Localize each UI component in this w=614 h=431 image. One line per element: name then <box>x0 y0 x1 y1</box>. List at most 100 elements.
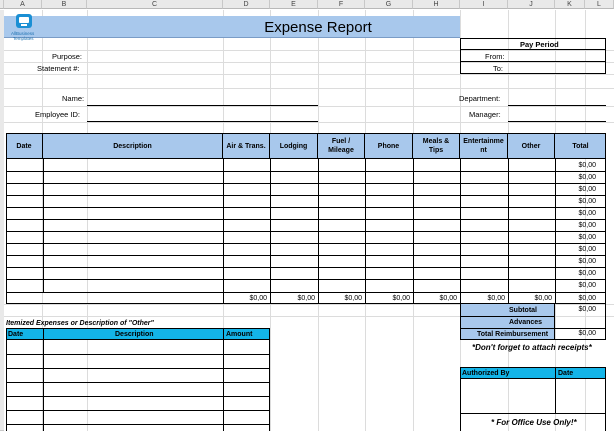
header-phone: Phone <box>365 133 413 159</box>
column-header-e[interactable]: E <box>270 0 318 9</box>
column-header-f[interactable]: F <box>318 0 365 9</box>
row-total: $0,00 <box>578 186 596 193</box>
itemized-header-date: Date <box>8 331 24 338</box>
itemized-row[interactable] <box>6 396 270 397</box>
column-header-j[interactable]: J <box>508 0 555 9</box>
row-total: $0,00 <box>578 222 596 229</box>
logo-line2: Templates <box>13 36 34 41</box>
column-header-g[interactable]: G <box>365 0 413 9</box>
subtotal-label: Subtotal <box>509 307 537 314</box>
column-header-b[interactable]: B <box>42 0 87 9</box>
column-total-air: $0,00 <box>249 295 267 302</box>
advances-label: Advances <box>509 319 543 326</box>
row-total: $0,00 <box>578 258 596 265</box>
name-input[interactable] <box>87 88 318 106</box>
purpose-label: Purpose: <box>52 52 83 61</box>
itemized-row[interactable] <box>6 424 270 425</box>
table-row <box>6 171 606 172</box>
row-total: $0,00 <box>578 234 596 241</box>
pay-period-label: Pay Period <box>520 40 559 49</box>
row-total: $0,00 <box>578 270 596 277</box>
department-input[interactable] <box>508 88 606 106</box>
statement-input[interactable] <box>87 62 318 74</box>
total-reimbursement-value: $0,00 <box>578 330 596 337</box>
office-use-note: * For Office Use Only!* <box>491 418 577 427</box>
column-total-phone: $0,00 <box>392 295 410 302</box>
row-total: $0,00 <box>578 246 596 253</box>
row-total: $0,00 <box>578 198 596 205</box>
purpose-input[interactable] <box>87 50 318 62</box>
header-date: Date <box>6 133 43 159</box>
column-total-lodging: $0,00 <box>297 295 315 302</box>
column-header-c[interactable]: C <box>87 0 223 9</box>
subtotal-value: $0,00 <box>578 306 596 313</box>
manager-label: Manager: <box>469 110 501 119</box>
table-row <box>6 207 606 208</box>
header-description: Description <box>43 133 223 159</box>
row-total: $0,00 <box>578 282 596 289</box>
itemized-divider <box>43 328 44 431</box>
authorization-divider-h <box>460 413 606 414</box>
authorized-by-input[interactable] <box>461 380 555 413</box>
itemized-row[interactable] <box>6 410 270 411</box>
itemized-row[interactable] <box>6 382 270 383</box>
statement-label: Statement #: <box>37 64 80 73</box>
table-row <box>6 231 606 232</box>
header-fuel-mileage: Fuel / Mileage <box>318 133 365 159</box>
column-header-i[interactable]: I <box>460 0 508 9</box>
itemized-header-description: Description <box>115 331 154 338</box>
column-header-k[interactable]: K <box>555 0 585 9</box>
header-total: Total <box>572 142 589 150</box>
from-label: From: <box>485 52 505 61</box>
itemized-row[interactable] <box>6 354 270 355</box>
column-total-meals: $0,00 <box>439 295 457 302</box>
page-title: Expense Report <box>264 19 372 36</box>
advances-input[interactable] <box>555 316 606 328</box>
column-header-a[interactable]: A <box>4 0 42 9</box>
table-divider <box>43 159 44 292</box>
allbusiness-logo-icon <box>11 14 37 32</box>
row-total: $0,00 <box>578 295 596 302</box>
employee-id-label: Employee ID: <box>35 110 81 119</box>
gridline <box>4 74 614 75</box>
header-air-trans: Air & Trans. <box>223 133 270 159</box>
header-lodging: Lodging <box>270 133 318 159</box>
table-row <box>6 219 606 220</box>
from-input[interactable] <box>508 50 606 62</box>
row-total: $0,00 <box>578 174 596 181</box>
manager-input[interactable] <box>508 106 606 122</box>
to-label: To: <box>493 64 504 73</box>
header-other: Other <box>508 133 555 159</box>
table-row <box>6 183 606 184</box>
employee-id-input[interactable] <box>87 106 318 122</box>
header-entertainment: Entertainme nt <box>460 133 508 159</box>
table-row <box>6 279 606 280</box>
summary-divider <box>460 316 555 317</box>
table-row <box>6 195 606 196</box>
department-label: Department: <box>459 94 501 103</box>
itemized-title: Itemized Expenses or Description of "Oth… <box>6 320 154 327</box>
row-total: $0,00 <box>578 162 596 169</box>
authorization-date-label: Date <box>558 370 574 377</box>
column-total-other: $0,00 <box>534 295 552 302</box>
authorized-by-label: Authorized By <box>462 370 510 377</box>
table-row <box>6 255 606 256</box>
header-meals-tips: Meals & Tips <box>413 133 460 159</box>
row-total: $0,00 <box>578 210 596 217</box>
name-label: Name: <box>62 94 85 103</box>
table-row <box>6 243 606 244</box>
total-reimbursement-label: Total Reimbursement <box>477 331 549 338</box>
column-header-d[interactable]: D <box>223 0 270 9</box>
column-header-h[interactable]: H <box>413 0 460 9</box>
table-row <box>6 292 606 293</box>
column-header-l[interactable]: L <box>585 0 614 9</box>
table-row <box>6 267 606 268</box>
to-input[interactable] <box>508 62 606 74</box>
itemized-row[interactable] <box>6 368 270 369</box>
authorization-date-input[interactable] <box>556 380 605 413</box>
itemized-header-amount: Amount <box>226 331 253 338</box>
column-total-fuel: $0,00 <box>344 295 362 302</box>
gridline <box>4 122 614 123</box>
column-total-entertainment: $0,00 <box>487 295 505 302</box>
itemized-divider <box>223 328 224 431</box>
